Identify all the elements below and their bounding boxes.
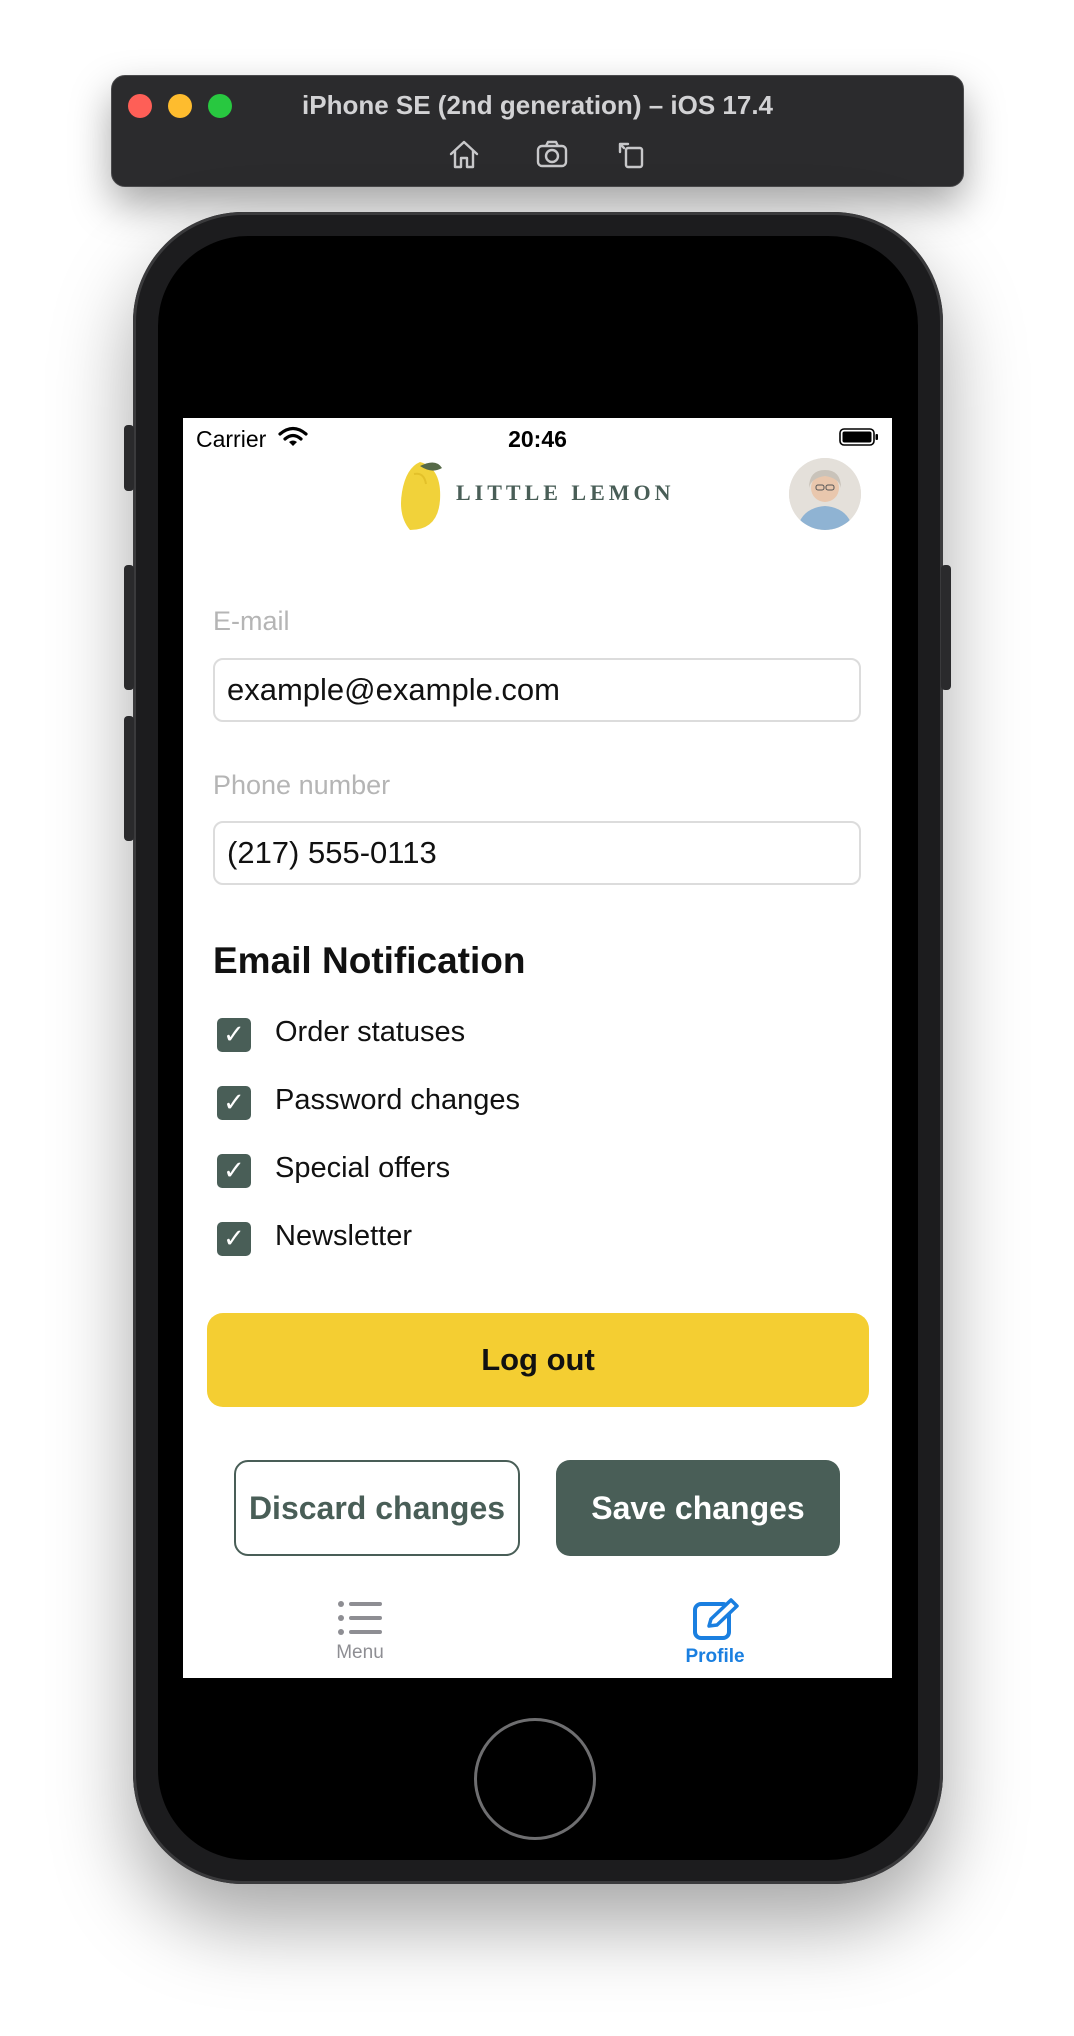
battery-icon xyxy=(839,428,878,446)
checkmark-icon[interactable]: ✓ xyxy=(217,1018,251,1052)
profile-avatar[interactable] xyxy=(789,458,861,530)
checkbox-label: Special offers xyxy=(275,1152,451,1184)
checkbox-label: Order statuses xyxy=(275,1016,466,1048)
tab-profile-label: Profile xyxy=(685,1646,745,1667)
phone-label: Phone number xyxy=(213,770,391,800)
rotate-icon[interactable] xyxy=(614,136,650,172)
email-notification-title: Email Notification xyxy=(213,940,526,981)
status-bar: Carrier 20:46 xyxy=(183,418,892,458)
checkmark-icon[interactable]: ✓ xyxy=(217,1154,251,1188)
email-field[interactable] xyxy=(213,658,861,722)
lemon-icon xyxy=(401,462,442,530)
app-screen: Carrier 20:46 LITTLE LEMON E-mail exampl… xyxy=(183,418,892,1678)
home-icon[interactable] xyxy=(446,136,482,172)
discard-changes-button[interactable]: Discard changes xyxy=(234,1460,520,1556)
volume-down-button xyxy=(124,716,134,841)
logout-button[interactable]: Log out xyxy=(207,1313,869,1407)
checkbox-label: Newsletter xyxy=(275,1220,412,1252)
simulator-toolbar xyxy=(112,136,963,172)
checkmark-icon[interactable]: ✓ xyxy=(217,1086,251,1120)
list-icon xyxy=(338,1601,382,1635)
volume-up-button xyxy=(124,565,134,690)
tab-menu-label: Menu xyxy=(336,1642,384,1663)
logo-text: LITTLE LEMON xyxy=(456,480,675,505)
little-lemon-logo: LITTLE LEMON xyxy=(396,454,686,534)
status-time: 20:46 xyxy=(508,426,567,452)
phone-field[interactable] xyxy=(213,821,861,885)
screenshot-icon[interactable] xyxy=(534,136,570,172)
simulator-title: iPhone SE (2nd generation) – iOS 17.4 xyxy=(302,90,773,120)
mute-switch xyxy=(124,425,134,491)
checkbox-label: Password changes xyxy=(275,1084,521,1116)
edit-icon xyxy=(693,1598,739,1640)
tab-menu[interactable]: Menu xyxy=(270,1598,450,1678)
home-button[interactable] xyxy=(474,1718,596,1840)
save-changes-button[interactable]: Save changes xyxy=(556,1460,840,1556)
checkmark-icon[interactable]: ✓ xyxy=(217,1222,251,1256)
tab-profile[interactable]: Profile xyxy=(625,1598,805,1678)
power-button xyxy=(941,565,951,690)
simulator-titlebar: iPhone SE (2nd generation) – iOS 17.4 xyxy=(111,75,964,187)
email-label: E-mail xyxy=(213,606,290,636)
